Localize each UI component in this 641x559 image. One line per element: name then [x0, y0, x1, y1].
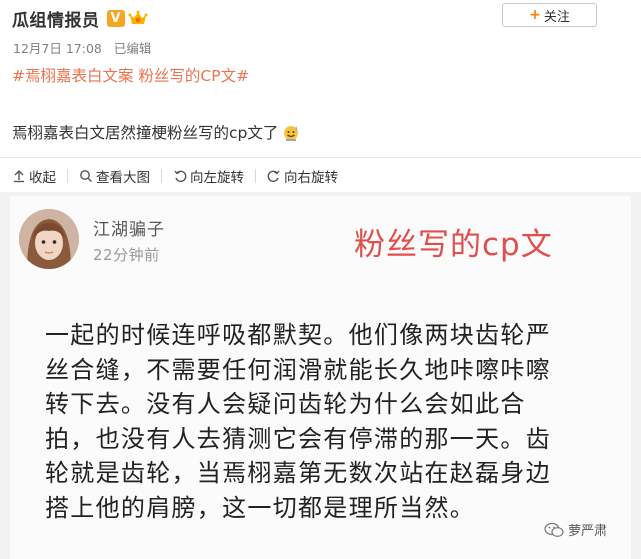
avatar: [19, 209, 79, 269]
collapse-button[interactable]: 收起: [12, 169, 68, 186]
post-meta: 12月7日 17:08 已编辑: [13, 38, 151, 57]
wechat-icon: [544, 522, 564, 537]
post-date[interactable]: 12月7日 17:08: [13, 38, 102, 57]
collapse-label: 收起: [29, 170, 56, 186]
follow-label: 关注: [543, 9, 570, 25]
crown-icon: [128, 9, 148, 27]
rotate-left-button[interactable]: 向左旋转: [173, 169, 256, 186]
watermark-label: 萝严肃: [568, 524, 608, 539]
post-body: 焉栩嘉表白文居然撞梗粉丝写的cp文了: [12, 121, 301, 143]
view-large-label: 查看大图: [96, 170, 150, 186]
text-line: 搭上他的肩膀，这一切都是理所当然。: [45, 493, 476, 522]
collapse-icon: [14, 170, 24, 183]
post-text: 焉栩嘉表白文居然撞梗粉丝写的cp文了: [12, 124, 279, 142]
inner-author-name: 江湖骗子: [93, 220, 165, 240]
image-body-text: 一起的时候连呼吸都默契。他们像两块齿轮严 丝合缝，不需要任何润滑就能长久地咔嚓咔…: [45, 318, 605, 525]
plus-icon: +: [529, 7, 541, 23]
inner-post-time: 22分钟前: [93, 246, 160, 264]
follow-button[interactable]: + 关注: [502, 3, 597, 27]
sweat-smile-emoji-icon: [281, 122, 301, 142]
view-large-button[interactable]: 查看大图: [79, 169, 162, 186]
rotate-right-label: 向右旋转: [284, 170, 338, 186]
text-line: 一起的时候连呼吸都默契。他们像两块齿轮严: [45, 321, 551, 349]
text-line: 丝合缝，不需要任何润滑就能长久地咔嚓咔嚓: [45, 355, 551, 384]
image-title: 粉丝写的cp文: [354, 227, 553, 263]
image-toolbar: 收起 查看大图 向左旋转 向右旋转: [12, 166, 360, 186]
text-line: 转下去。没有人会疑问齿轮为什么会如此合: [45, 390, 526, 418]
author-name[interactable]: 瓜组情报员: [12, 6, 100, 31]
verified-badge: V: [106, 9, 125, 27]
topic-link[interactable]: #焉栩嘉表白文案 粉丝写的CP文#: [12, 64, 249, 86]
rotate-left-icon: [174, 170, 187, 183]
rotate-right-icon: [267, 170, 280, 183]
watermark: 萝严肃: [544, 520, 607, 539]
rotate-left-label: 向左旋转: [190, 170, 244, 186]
search-icon: [80, 170, 92, 182]
rotate-right-button[interactable]: 向右旋转: [267, 169, 349, 186]
divider: [0, 157, 641, 158]
text-line: 拍，也没有人去猜测它会有停滞的那一天。齿: [45, 424, 551, 453]
text-line: 轮就是齿轮，当焉栩嘉第无数次站在赵磊身边: [45, 459, 551, 487]
post-header: 瓜组情报员 V: [12, 6, 148, 31]
edited-label: 已编辑: [113, 41, 152, 56]
topic-links: #焉栩嘉表白文案 粉丝写的CP文#: [12, 64, 249, 86]
